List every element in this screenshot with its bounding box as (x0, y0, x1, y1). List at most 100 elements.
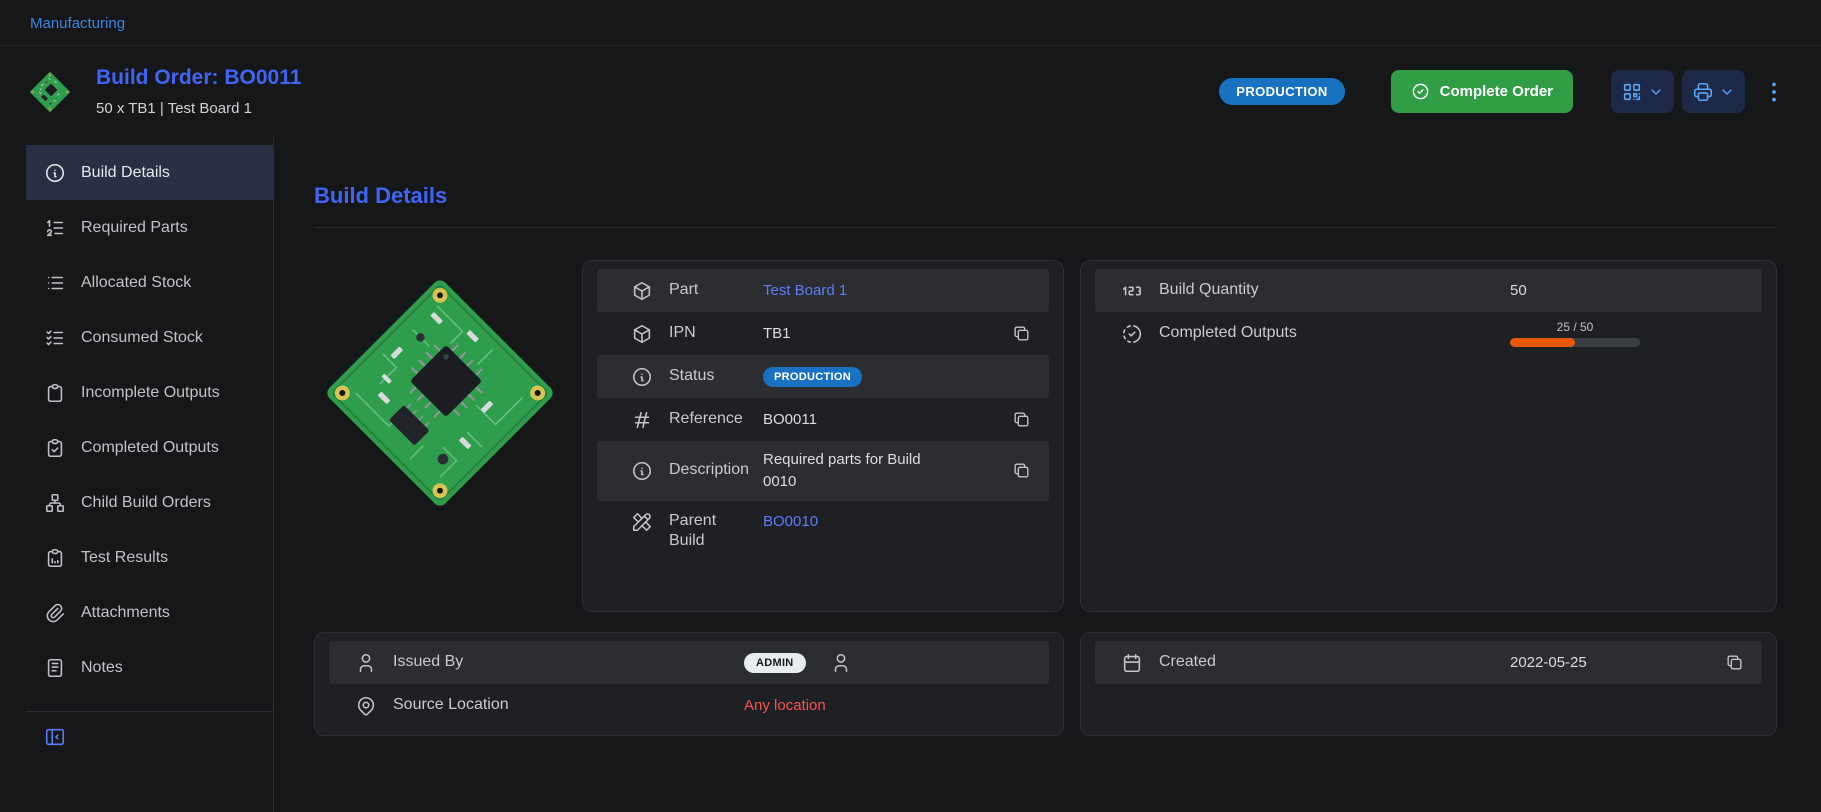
qr-code-icon (1621, 81, 1643, 103)
progress-text: 25 / 50 (1510, 320, 1640, 334)
parent-build-link[interactable]: BO0010 (763, 511, 818, 533)
package-icon (631, 280, 653, 302)
issued-by-value-group: ADMIN (744, 652, 852, 674)
page-title: Build Order: BO0011 (96, 66, 301, 90)
tools-icon (631, 511, 653, 533)
complete-order-button[interactable]: Complete Order (1391, 70, 1573, 113)
build-thumbnail[interactable] (26, 68, 74, 116)
sidebar-item-test-results[interactable]: Test Results (26, 530, 273, 585)
detail-row-status: Status PRODUCTION (597, 355, 1049, 398)
status-label: Status (669, 366, 747, 387)
status-value-badge: PRODUCTION (763, 367, 862, 387)
page-subtitle: 50 x TB1 | Test Board 1 (96, 100, 301, 117)
title-block: Build Order: BO0011 50 x TB1 | Test Boar… (96, 66, 301, 117)
paperclip-icon (44, 602, 66, 624)
copy-icon (1012, 410, 1031, 429)
detail-row-part: Part Test Board 1 (597, 269, 1049, 312)
sidebar-item-attachments[interactable]: Attachments (26, 585, 273, 640)
quantity-panel: Build Quantity 50 Completed Outputs 25 /… (1080, 260, 1777, 612)
details-panel: Part Test Board 1 IPN TB1 Status (582, 260, 1064, 612)
sidebar-item-notes[interactable]: Notes (26, 640, 273, 695)
collapse-sidebar-button[interactable] (26, 722, 273, 748)
report-icon (44, 547, 66, 569)
ipn-label: IPN (669, 323, 747, 344)
clipboard-icon (44, 382, 66, 404)
barcode-actions-button[interactable] (1611, 70, 1674, 113)
chevron-down-icon (1648, 84, 1664, 100)
created-label: Created (1159, 652, 1494, 673)
breadcrumb-manufacturing[interactable]: Manufacturing (30, 15, 125, 32)
sidebar: Build Details Required Parts Allocated S… (26, 137, 274, 812)
numbers-123-icon (1121, 280, 1143, 302)
build-quantity-label: Build Quantity (1159, 280, 1494, 301)
package-icon (631, 323, 653, 345)
sidebar-item-label: Required Parts (81, 219, 188, 237)
created-panel: Created 2022-05-25 (1080, 632, 1777, 736)
reference-label: Reference (669, 409, 747, 430)
dots-vertical-icon (1761, 79, 1787, 105)
sidebar-item-label: Test Results (81, 549, 168, 567)
notes-icon (44, 657, 66, 679)
progress-check-icon (1121, 323, 1143, 345)
pcb-image-icon (29, 70, 71, 112)
copy-icon (1012, 461, 1031, 480)
list-icon (44, 272, 66, 294)
detail-row-created: Created 2022-05-25 (1095, 641, 1762, 684)
sidebar-item-incomplete-outputs[interactable]: Incomplete Outputs (26, 365, 273, 420)
reference-value: BO0011 (763, 409, 817, 431)
info-circle-icon (631, 366, 653, 388)
description-value: Required parts for Build 0010 (763, 449, 931, 493)
calendar-icon (1121, 652, 1143, 674)
list-check-icon (44, 327, 66, 349)
copy-icon (1725, 653, 1744, 672)
info-circle-icon (631, 460, 653, 482)
sidebar-item-completed-outputs[interactable]: Completed Outputs (26, 420, 273, 475)
print-actions-button[interactable] (1682, 70, 1745, 113)
details-grid: Part Test Board 1 IPN TB1 Status (314, 260, 1777, 736)
sidebar-item-label: Consumed Stock (81, 329, 203, 347)
copy-created-button[interactable] (1723, 651, 1746, 674)
copy-description-button[interactable] (1010, 459, 1033, 482)
sidebar-item-label: Child Build Orders (81, 494, 211, 512)
detail-row-completed-outputs: Completed Outputs 25 / 50 (1095, 312, 1762, 355)
progress-fill (1510, 338, 1575, 347)
copy-reference-button[interactable] (1010, 408, 1033, 431)
sidebar-item-required-parts[interactable]: Required Parts (26, 200, 273, 255)
detail-row-reference: Reference BO0011 (597, 398, 1049, 441)
detail-row-description: Description Required parts for Build 001… (597, 441, 1049, 501)
sidebar-item-label: Allocated Stock (81, 274, 191, 292)
sidebar-item-label: Build Details (81, 164, 170, 182)
sidebar-item-build-details[interactable]: Build Details (26, 145, 273, 200)
sidebar-item-label: Incomplete Outputs (81, 384, 220, 402)
sitemap-icon (44, 492, 66, 514)
part-image[interactable] (314, 260, 566, 612)
parent-build-label: Parent Build (669, 511, 747, 553)
user-icon (355, 652, 377, 674)
more-actions-button[interactable] (1761, 79, 1787, 105)
issue-panel: Issued By ADMIN Source Location Any loca… (314, 632, 1064, 736)
complete-order-label: Complete Order (1440, 83, 1553, 100)
issued-by-badge: ADMIN (744, 653, 806, 673)
app-root: Manufacturing Build Order: BO0011 50 x T… (0, 0, 1821, 812)
sidebar-collapse-icon (44, 726, 66, 748)
user-icon (830, 652, 852, 674)
detail-row-parent-build: Parent Build BO0010 (597, 501, 1049, 561)
detail-row-source-location: Source Location Any location (329, 684, 1049, 727)
map-pin-icon (355, 695, 377, 717)
completed-outputs-label: Completed Outputs (1159, 323, 1494, 344)
detail-row-build-quantity: Build Quantity 50 (1095, 269, 1762, 312)
build-quantity-value: 50 (1510, 280, 1527, 302)
sidebar-item-consumed-stock[interactable]: Consumed Stock (26, 310, 273, 365)
detail-row-ipn: IPN TB1 (597, 312, 1049, 355)
sidebar-item-allocated-stock[interactable]: Allocated Stock (26, 255, 273, 310)
source-location-value: Any location (744, 695, 826, 717)
sidebar-item-child-build-orders[interactable]: Child Build Orders (26, 475, 273, 530)
progress-track (1510, 338, 1640, 347)
created-value: 2022-05-25 (1510, 652, 1587, 674)
breadcrumb: Manufacturing (0, 0, 1821, 46)
source-location-label: Source Location (393, 695, 728, 716)
copy-ipn-button[interactable] (1010, 322, 1033, 345)
issued-by-label: Issued By (393, 652, 728, 673)
info-circle-icon (44, 162, 66, 184)
part-link[interactable]: Test Board 1 (763, 280, 847, 302)
